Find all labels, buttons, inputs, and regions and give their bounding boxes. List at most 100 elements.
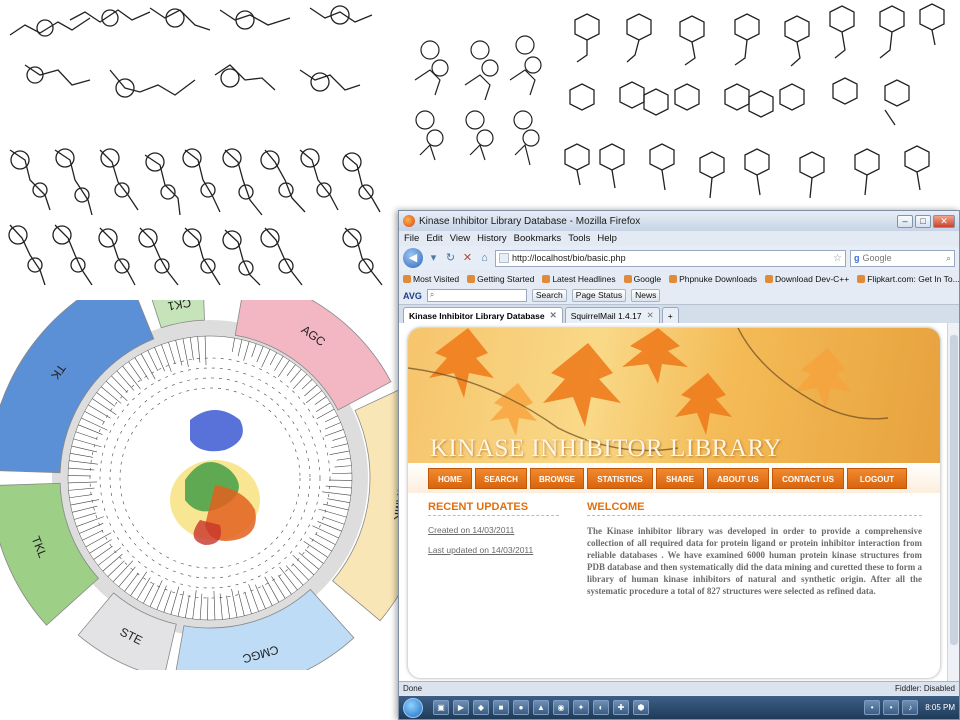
avg-toolbar: AVG ⌕ Search Page Status News	[399, 287, 959, 305]
page-status-button[interactable]: Page Status	[571, 289, 627, 302]
bookmark-icon	[669, 274, 678, 283]
bookmark-item[interactable]: Google	[623, 273, 662, 284]
bookmark-label: Latest Headlines	[552, 273, 616, 284]
web-search-box[interactable]: g Google ⌕	[850, 249, 955, 267]
collage: AGC CAMK CMGC STE TKL TK CK1 Kinase Inhibitor …	[0, 0, 960, 720]
app-icon[interactable]: ✚	[613, 700, 629, 715]
url-bar[interactable]: http://localhost/bio/basic.php ☆	[495, 249, 846, 267]
nav-home[interactable]: HOME	[428, 467, 472, 489]
start-button[interactable]	[403, 697, 423, 718]
site-navigation: HOME SEARCH BROWSE STATISTICS SHARE ABOUT US C…	[408, 463, 940, 493]
status-bar: Done Fiddler: Disabled	[399, 681, 959, 695]
kinome-tree-drawing: AGCCAMKCMGCSTETKLTKCK1	[0, 271, 433, 694]
nav-logout[interactable]: LOGOUT	[847, 467, 907, 489]
kinome-tree-figure: AGC CAMK CMGC STE TKL TK CK1	[0, 271, 433, 694]
menu-view[interactable]: View	[450, 233, 470, 244]
nav-search[interactable]: SEARCH	[475, 467, 527, 489]
menu-file[interactable]: File	[404, 233, 419, 244]
bookmark-star-icon[interactable]: ☆	[833, 253, 842, 264]
tray-icon[interactable]: •	[883, 700, 900, 715]
bookmark-label: Google	[633, 273, 662, 284]
app-icon[interactable]: ●	[513, 700, 529, 715]
recent-updates-heading: RECENT UPDATES	[428, 501, 559, 516]
close-tab-icon[interactable]: ✕	[550, 310, 557, 321]
bookmark-item[interactable]: Flipkart.com: Get In To...	[857, 274, 959, 284]
navigation-toolbar: ◀ ▾ ↻ ✕ ⌂ http://localhost/bio/basic.php…	[399, 246, 959, 270]
system-tray: • • ♪ 8:05 PM	[864, 700, 955, 715]
menu-tools[interactable]: Tools	[568, 233, 590, 244]
scrollbar-thumb[interactable]	[950, 335, 958, 645]
bookmark-label: Phpnuke Downloads	[679, 273, 758, 284]
search-magnifier-icon[interactable]: ⌕	[946, 253, 951, 264]
home-icon[interactable]: ⌂	[478, 251, 491, 265]
menu-edit[interactable]: Edit	[426, 233, 442, 244]
chemical-structures-left-drawing	[8, 5, 383, 286]
nav-statistics[interactable]: STATISTICS	[587, 467, 653, 489]
chemical-structures-right-drawing	[564, 3, 945, 199]
site-banner: KINASE INHIBITOR LIBRARY	[408, 328, 940, 463]
windows-taskbar: ▣ ▶ ◆ ■ ● ▲ ◉ ✦ ◐ ✚ ⬢ • • ♪ 8:05 PM	[399, 696, 959, 719]
nav-contact-us[interactable]: CONTACT US	[772, 467, 844, 489]
bookmark-label: Getting Started	[477, 273, 535, 284]
nav-browse[interactable]: BROWSE	[530, 467, 584, 489]
window-title: Kinase Inhibitor Library Database - Mozi…	[419, 215, 641, 227]
google-icon: g	[854, 253, 860, 263]
news-button[interactable]: News	[631, 289, 661, 302]
tab-label: Kinase Inhibitor Library Database	[409, 310, 545, 321]
reload-icon[interactable]: ↻	[444, 251, 457, 265]
close-window-button[interactable]: ✕	[933, 214, 955, 228]
bookmark-label: Flipkart.com: Get In To...	[867, 273, 959, 284]
bookmark-label: Download Dev-C++	[775, 273, 850, 284]
app-icon[interactable]: ⬢	[633, 700, 649, 715]
bookmark-item[interactable]: Phpnuke Downloads	[669, 274, 757, 284]
last-updated-link[interactable]: Last updated on 14/03/2011	[428, 545, 559, 555]
volume-icon[interactable]: ♪	[902, 700, 919, 715]
status-text: Done	[403, 684, 423, 693]
page-viewport: KINASE INHIBITOR LIBRARY HOME SEARCH BROWS…	[399, 323, 959, 681]
explorer-icon[interactable]: ▣	[433, 700, 449, 715]
firefox-icon	[403, 215, 415, 227]
chemical-structures-middle	[405, 20, 555, 180]
menu-history[interactable]: History	[477, 233, 507, 244]
tray-icon[interactable]: •	[864, 700, 881, 715]
menu-bookmarks[interactable]: Bookmarks	[514, 233, 562, 244]
fiddler-status[interactable]: Fiddler: Disabled	[895, 684, 955, 693]
stop-icon[interactable]: ✕	[461, 251, 474, 265]
app-icon[interactable]: ◐	[593, 700, 609, 715]
bookmark-icon	[403, 274, 411, 283]
web-page: KINASE INHIBITOR LIBRARY HOME SEARCH BROWS…	[407, 327, 941, 679]
new-tab-button[interactable]: +	[661, 307, 679, 323]
maximize-button[interactable]: □	[915, 214, 931, 228]
forward-dropdown-icon[interactable]: ▾	[427, 251, 440, 265]
bookmark-item[interactable]: Latest Headlines	[542, 273, 616, 284]
nav-about-us[interactable]: ABOUT US	[707, 467, 769, 489]
app-icon[interactable]: ▲	[533, 700, 549, 715]
bookmark-item[interactable]: Getting Started	[467, 274, 534, 284]
nav-share[interactable]: SHARE	[656, 467, 704, 489]
chemical-structures-left	[0, 0, 390, 290]
avg-search-input[interactable]: ⌕	[426, 289, 527, 302]
avg-logo: AVG	[403, 290, 422, 301]
app-icon[interactable]: ■	[493, 700, 509, 715]
menu-help[interactable]: Help	[597, 233, 617, 244]
media-icon[interactable]: ▶	[453, 700, 469, 715]
minimize-button[interactable]: –	[897, 214, 913, 228]
vertical-scrollbar[interactable]	[947, 323, 959, 681]
created-on-link[interactable]: Created on 14/03/2011	[428, 525, 559, 535]
site-title: KINASE INHIBITOR LIBRARY	[430, 435, 782, 462]
browser-titlebar: Kinase Inhibitor Library Database - Mozi…	[399, 211, 959, 231]
browser-tab[interactable]: Kinase Inhibitor Library Database ✕	[403, 307, 563, 323]
app-icon[interactable]: ◆	[473, 700, 489, 715]
back-button[interactable]: ◀	[403, 248, 423, 268]
bookmarks-toolbar: Most Visited Getting Started Latest Headli…	[399, 270, 959, 287]
app-icon[interactable]: ✦	[573, 700, 589, 715]
close-tab-icon[interactable]: ✕	[647, 310, 654, 321]
browser-tab[interactable]: SquirrelMail 1.4.17 ✕	[564, 307, 660, 323]
avg-search-button[interactable]: Search	[531, 289, 567, 302]
bookmark-icon	[467, 274, 476, 283]
welcome-heading: WELCOME	[587, 501, 922, 516]
bookmark-item[interactable]: Most Visited	[403, 274, 459, 284]
app-icon[interactable]: ◉	[553, 700, 569, 715]
chemical-structures-right	[555, 0, 960, 205]
bookmark-item[interactable]: Download Dev-C++	[765, 274, 849, 284]
